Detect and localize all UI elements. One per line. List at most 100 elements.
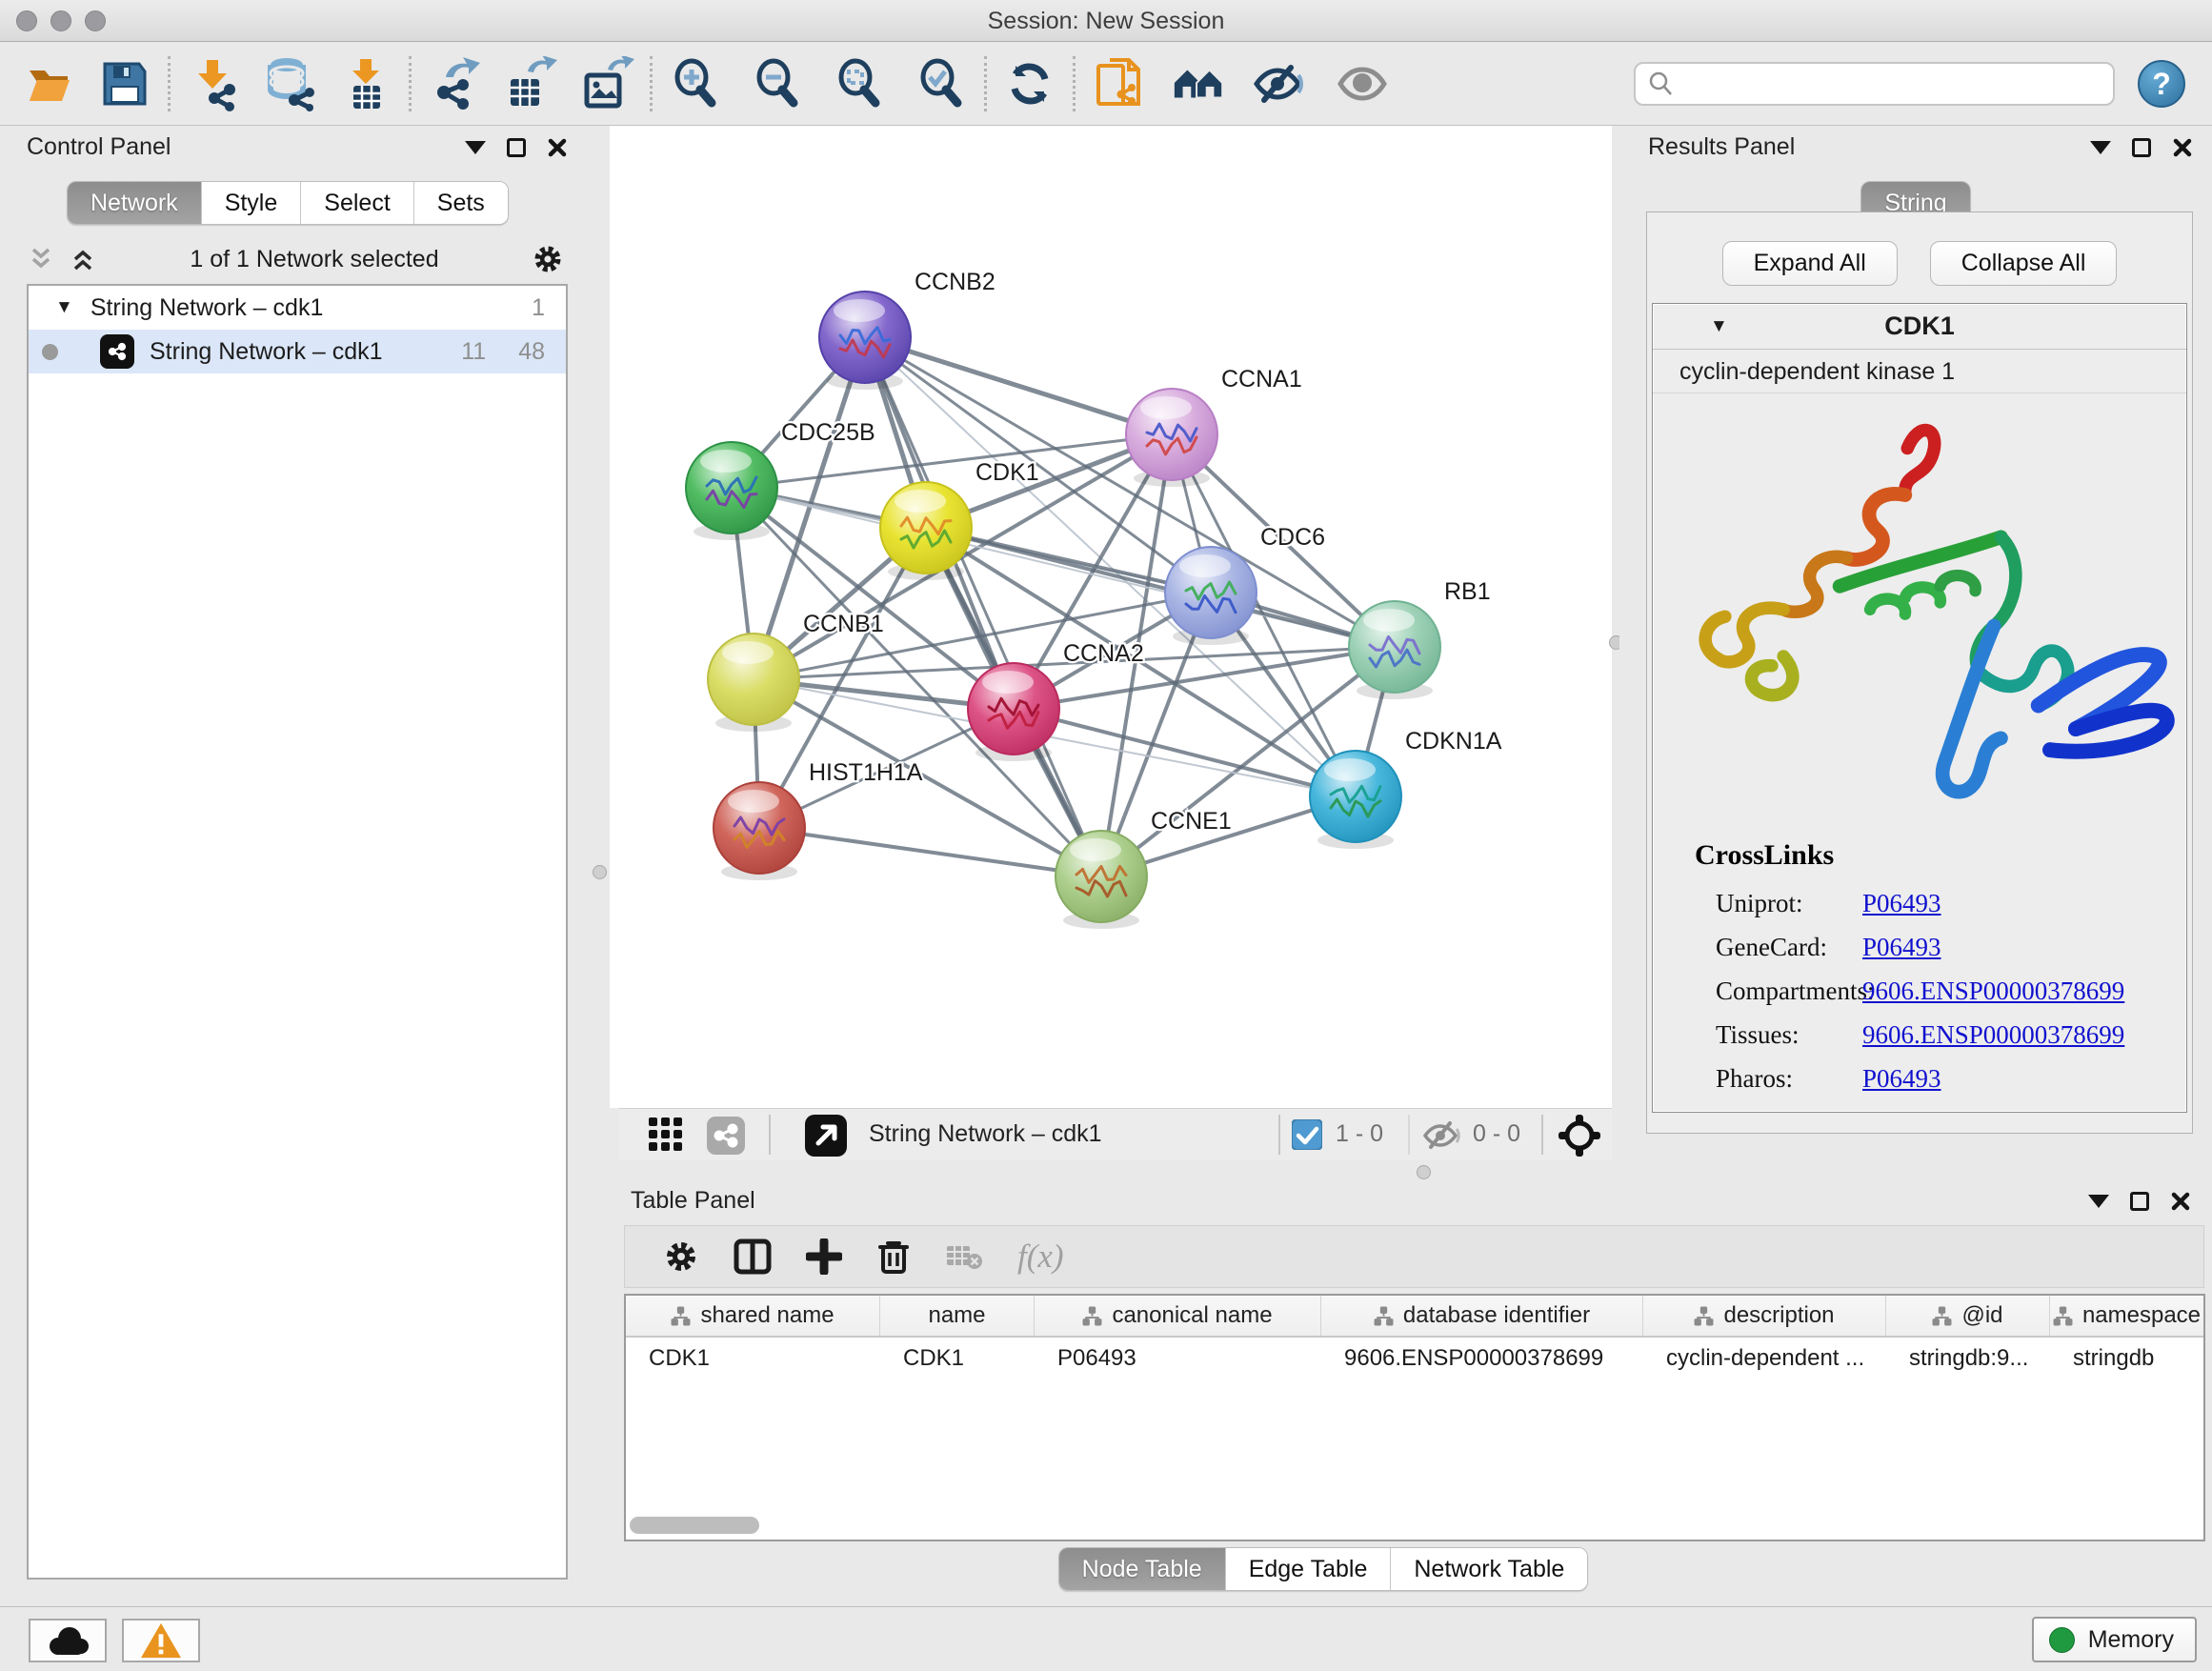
save-session-button[interactable] <box>97 56 152 111</box>
first-neighbors-button[interactable] <box>1171 56 1226 111</box>
folder-open-icon <box>24 57 77 111</box>
column-header[interactable]: description <box>1643 1296 1886 1336</box>
table-options-gear-icon[interactable] <box>663 1238 699 1275</box>
crosslink-compartments-link[interactable]: 9606.ENSP00000378699 <box>1862 976 2124 1006</box>
cloud-status-button[interactable] <box>29 1619 107 1662</box>
show-columns-icon[interactable] <box>734 1238 772 1275</box>
network-collection-row[interactable]: ▼ String Network – cdk1 1 <box>29 286 566 330</box>
table-horizontal-scrollbar[interactable] <box>630 1517 2200 1534</box>
export-table-icon <box>503 56 558 111</box>
column-header[interactable]: @id <box>1886 1296 2050 1336</box>
search-input[interactable] <box>1683 70 2101 97</box>
tab-style[interactable]: Style <box>202 182 302 224</box>
string-network-icon <box>100 334 134 369</box>
hidden-eye-slash-icon[interactable] <box>1421 1120 1461 1151</box>
scrollbar-thumb[interactable] <box>630 1517 759 1534</box>
selected-checkbox-icon[interactable] <box>1292 1119 1322 1150</box>
network-row[interactable]: String Network – cdk1 11 48 <box>29 330 566 373</box>
crosslink-uniprot-link[interactable]: P06493 <box>1862 889 1941 918</box>
crosslink-label: Compartments: <box>1716 976 1862 1006</box>
panel-menu-icon[interactable] <box>2090 141 2111 154</box>
collapse-all-icon[interactable] <box>27 246 55 272</box>
bottom-splitter-handle[interactable] <box>1417 1165 1431 1179</box>
refresh-icon <box>1004 58 1056 110</box>
show-all-button[interactable] <box>1335 56 1390 111</box>
tab-sets[interactable]: Sets <box>414 182 508 224</box>
node-label-HIST1H1A: HIST1H1A <box>809 759 923 786</box>
crosslink-pharos-link[interactable]: P06493 <box>1862 1064 1941 1094</box>
zoom-in-button[interactable] <box>668 56 723 111</box>
memory-status-button[interactable]: Memory <box>2032 1617 2197 1662</box>
edge-count: 48 <box>518 338 545 366</box>
panel-menu-icon[interactable] <box>2088 1195 2109 1208</box>
zoom-selected-button[interactable] <box>914 56 969 111</box>
collection-count: 1 <box>532 294 545 322</box>
zoom-out-icon <box>751 57 804 111</box>
node-label-CDKN1A: CDKN1A <box>1405 728 1502 755</box>
export-image-button[interactable] <box>579 56 634 111</box>
close-panel-icon[interactable] <box>2170 1191 2191 1212</box>
import-table-file-button[interactable] <box>338 56 393 111</box>
bar-separator <box>1278 1115 1280 1155</box>
zoom-out-button[interactable] <box>750 56 805 111</box>
status-bar: Memory <box>0 1606 2212 1671</box>
hide-selection-button[interactable] <box>1251 56 1306 111</box>
new-network-from-selection-button[interactable] <box>1091 56 1146 111</box>
column-header[interactable]: shared name <box>626 1296 880 1336</box>
export-network-button[interactable] <box>427 56 482 111</box>
string-tab-icon[interactable] <box>707 1117 745 1155</box>
warnings-button[interactable] <box>122 1619 200 1662</box>
table-toolbar: f(x) <box>624 1225 2204 1288</box>
expand-all-button[interactable]: Expand All <box>1722 241 1898 286</box>
search-icon <box>1647 70 1674 97</box>
import-network-database-button[interactable] <box>262 56 317 111</box>
fit-content-button[interactable] <box>832 56 887 111</box>
crosslink-label: Pharos: <box>1716 1064 1862 1094</box>
close-panel-icon[interactable] <box>547 137 568 158</box>
database-icon <box>262 56 317 111</box>
float-panel-icon[interactable] <box>2130 1192 2149 1211</box>
birds-eye-grid-icon[interactable] <box>648 1117 686 1155</box>
collapse-all-button[interactable]: Collapse All <box>1930 241 2118 286</box>
crosslink-tissues-link[interactable]: 9606.ENSP00000378699 <box>1862 1020 2124 1050</box>
help-button[interactable]: ? <box>2138 60 2185 108</box>
open-session-button[interactable] <box>23 56 78 111</box>
network-view-canvas[interactable]: CCNB2CCNA1CDC25BCDK1CDC6RB1CCNB1CCNA2CDK… <box>610 126 1612 1108</box>
column-header[interactable]: canonical name <box>1035 1296 1321 1336</box>
bar-separator <box>1541 1115 1543 1155</box>
import-network-file-button[interactable] <box>186 56 241 111</box>
float-panel-icon[interactable] <box>507 138 526 157</box>
delete-column-trash-icon[interactable] <box>876 1238 911 1276</box>
float-panel-icon[interactable] <box>2132 138 2151 157</box>
function-builder-icon[interactable]: f(x) <box>1017 1238 1064 1276</box>
hierarchy-icon <box>1694 1306 1714 1326</box>
cloud-icon <box>43 1623 92 1658</box>
expand-all-icon[interactable] <box>69 246 97 272</box>
tab-select[interactable]: Select <box>301 182 413 224</box>
crosslink-genecard-link[interactable]: P06493 <box>1862 933 1941 962</box>
network-name: String Network – cdk1 <box>150 338 383 366</box>
column-header[interactable]: database identifier <box>1321 1296 1643 1336</box>
column-header[interactable]: namespace <box>2050 1296 2203 1336</box>
tab-network[interactable]: Network <box>68 182 202 224</box>
tab-network-table[interactable]: Network Table <box>1391 1548 1587 1590</box>
refresh-button[interactable] <box>1002 56 1057 111</box>
left-splitter-handle[interactable] <box>593 865 607 879</box>
tab-edge-table[interactable]: Edge Table <box>1226 1548 1392 1590</box>
export-table-button[interactable] <box>503 56 558 111</box>
open-in-new-window-icon[interactable] <box>805 1115 847 1157</box>
network-options-gear-icon[interactable] <box>532 243 564 275</box>
panel-menu-icon[interactable] <box>465 141 486 154</box>
fit-content-icon <box>833 57 886 111</box>
control-panel-title: Control Panel <box>27 133 171 161</box>
delete-table-icon[interactable] <box>945 1240 983 1273</box>
table-row[interactable]: CDK1 CDK1 P06493 9606.ENSP00000378699 cy… <box>626 1338 2203 1379</box>
close-panel-icon[interactable] <box>2172 137 2193 158</box>
collection-expand-icon[interactable]: ▼ <box>55 297 73 318</box>
create-column-plus-icon[interactable] <box>806 1238 842 1275</box>
network-graph[interactable]: CCNB2CCNA1CDC25BCDK1CDC6RB1CCNB1CCNA2CDK… <box>610 126 1612 1108</box>
column-header[interactable]: name <box>880 1296 1035 1336</box>
export-network-icon <box>427 56 482 111</box>
tab-node-table[interactable]: Node Table <box>1059 1548 1226 1590</box>
crosshair-icon[interactable] <box>1558 1115 1600 1157</box>
